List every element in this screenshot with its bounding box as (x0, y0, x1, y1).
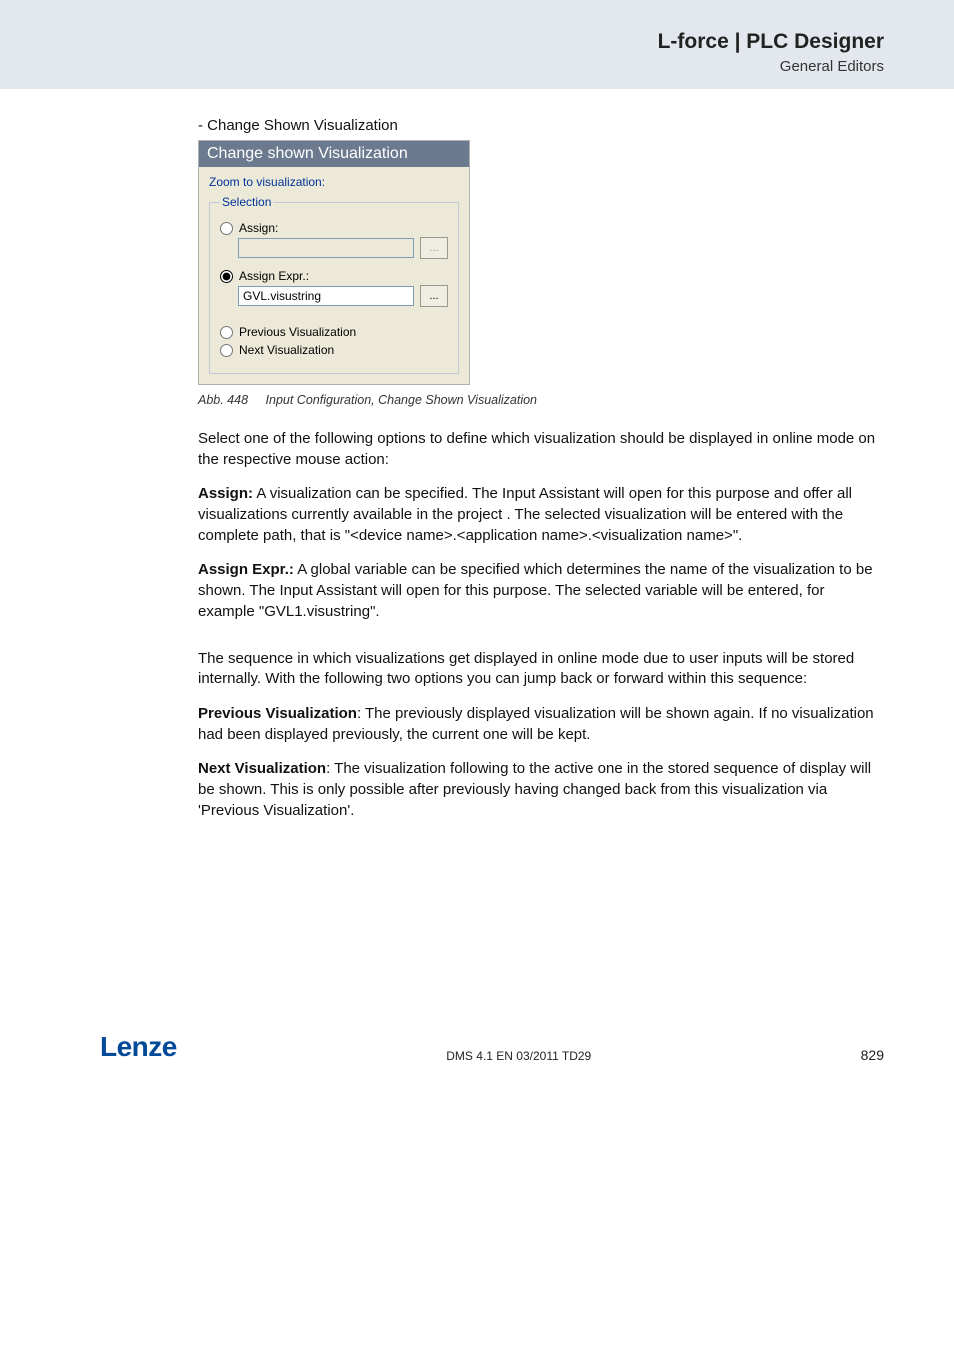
previous-visualization-label: Previous Visualization (239, 325, 356, 339)
assign-expr-browse-button[interactable]: ... (420, 285, 448, 307)
assign-browse-button[interactable]: ... (420, 237, 448, 259)
header-title: L-force | PLC Designer (0, 30, 884, 54)
selection-group: Selection Assign: ... Assign Expr.: ... (209, 195, 459, 374)
next-visualization-label: Next Visualization (239, 343, 334, 357)
paragraph-assign: Assign: A visualization can be specified… (198, 484, 884, 546)
previous-lead: Previous Visualization (198, 705, 357, 722)
assign-expr-body: A global variable can be specified which… (198, 561, 873, 619)
assign-lead: Assign: (198, 485, 253, 502)
dialog-body: Zoom to visualization: Selection Assign:… (199, 167, 469, 384)
zoom-label: Zoom to visualization: (209, 175, 459, 189)
next-lead: Next Visualization (198, 760, 326, 777)
paragraph-assign-expr: Assign Expr.: A global variable can be s… (198, 560, 884, 622)
section-heading: - Change Shown Visualization (198, 117, 884, 134)
next-radio-row: Next Visualization (220, 343, 448, 357)
assign-radio-row: Assign: (220, 221, 448, 235)
assign-expr-radio-row: Assign Expr.: (220, 269, 448, 283)
change-visualization-dialog: Change shown Visualization Zoom to visua… (198, 140, 470, 385)
paragraph-previous: Previous Visualization: The previously d… (198, 704, 884, 745)
header-subtitle: General Editors (0, 58, 884, 75)
selection-legend: Selection (220, 195, 273, 209)
footer-page-number: 829 (861, 1047, 884, 1063)
assign-radio[interactable] (220, 222, 233, 235)
content: - Change Shown Visualization Change show… (198, 117, 884, 821)
assign-expr-label: Assign Expr.: (239, 269, 309, 283)
paragraph-next: Next Visualization: The visualization fo… (198, 759, 884, 821)
brand-logo: Lenze (100, 1031, 177, 1063)
assign-body: A visualization can be specified. The In… (198, 485, 852, 543)
assign-input[interactable] (238, 238, 414, 258)
paragraph-sequence: The sequence in which visualizations get… (198, 649, 884, 690)
previous-radio-row: Previous Visualization (220, 325, 448, 339)
assign-expr-radio[interactable] (220, 270, 233, 283)
figure-number: Abb. 448 (198, 393, 248, 407)
dialog-title: Change shown Visualization (199, 141, 469, 167)
figure-caption: Abb. 448 Input Configuration, Change Sho… (198, 393, 884, 407)
next-visualization-radio[interactable] (220, 344, 233, 357)
header-band: L-force | PLC Designer General Editors (0, 0, 954, 89)
footer-doc-id: DMS 4.1 EN 03/2011 TD29 (446, 1049, 591, 1063)
assign-expr-lead: Assign Expr.: (198, 561, 294, 578)
assign-label: Assign: (239, 221, 278, 235)
paragraph-intro: Select one of the following options to d… (198, 429, 884, 470)
footer: Lenze DMS 4.1 EN 03/2011 TD29 829 (100, 1031, 884, 1063)
assign-input-row: ... (238, 237, 448, 259)
previous-visualization-radio[interactable] (220, 326, 233, 339)
figure-caption-text: Input Configuration, Change Shown Visual… (266, 393, 537, 407)
assign-expr-input-row: ... (238, 285, 448, 307)
assign-expr-input[interactable] (238, 286, 414, 306)
